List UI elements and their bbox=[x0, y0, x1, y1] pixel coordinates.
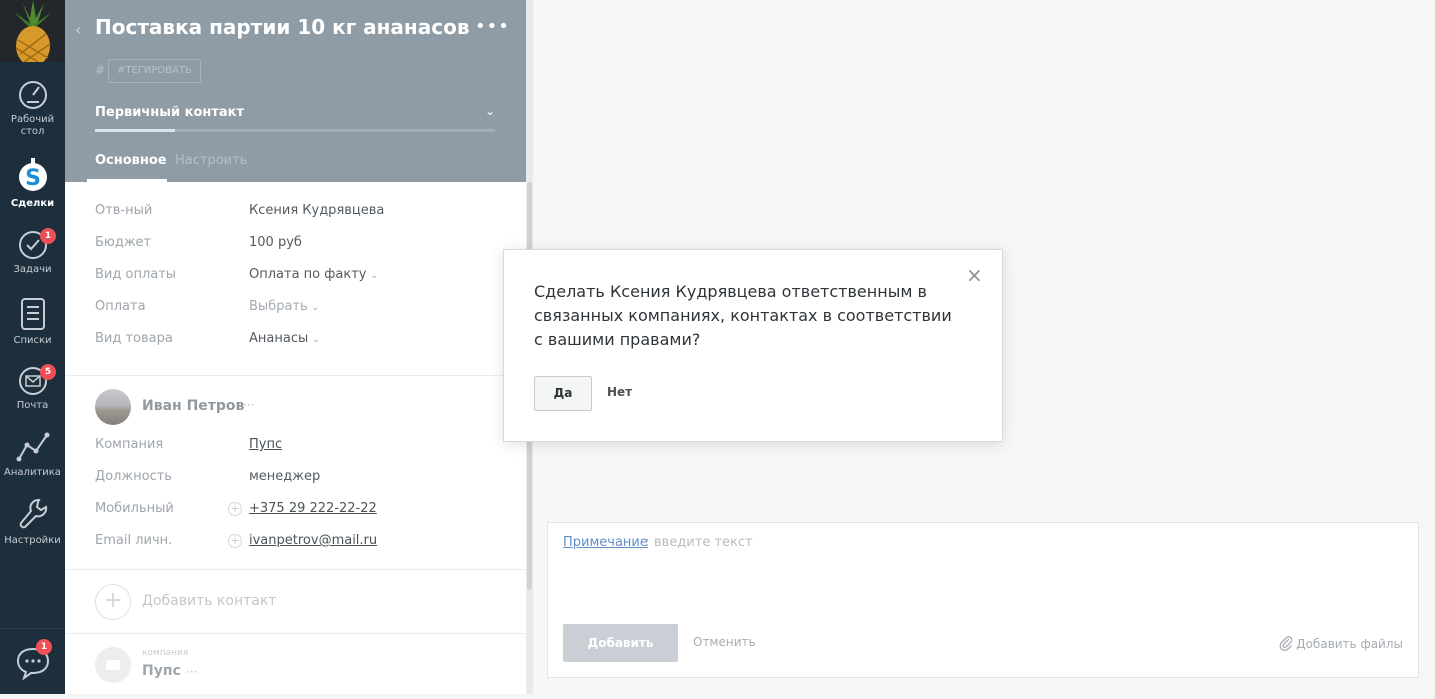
nav-item-analytics[interactable]: Аналитика bbox=[0, 431, 65, 479]
contact-position-value[interactable]: менеджер bbox=[249, 469, 320, 484]
field-label-company: Компания bbox=[95, 437, 164, 452]
cancel-note-button[interactable]: Отменить bbox=[693, 635, 756, 649]
nav-item-dashboard[interactable]: Рабочий стол bbox=[0, 80, 65, 138]
nav-item-tasks[interactable]: Задачи 1 bbox=[0, 228, 65, 276]
product-type-value: Ананасы bbox=[249, 331, 309, 346]
company-name[interactable]: Пупс bbox=[142, 663, 181, 679]
payment-value: Выбрать bbox=[249, 299, 308, 314]
field-label-payment-type: Вид оплаты bbox=[95, 267, 177, 282]
lists-icon bbox=[20, 298, 45, 330]
paperclip-icon bbox=[1279, 636, 1293, 651]
company-caption: компания bbox=[142, 648, 189, 658]
nav-item-mail[interactable]: Почта 5 bbox=[0, 364, 65, 412]
add-email-icon[interactable]: + bbox=[228, 534, 242, 548]
chevron-down-icon: ⌄ bbox=[370, 271, 379, 281]
yes-button[interactable]: Да bbox=[534, 376, 592, 411]
tasks-badge: 1 bbox=[40, 228, 56, 244]
contact-more-icon[interactable]: ··· bbox=[243, 398, 254, 412]
chevron-down-icon[interactable]: ⌄ bbox=[485, 104, 495, 118]
nav-label-settings: Настройки bbox=[4, 535, 61, 546]
chevron-down-icon: ⌄ bbox=[312, 335, 320, 345]
no-button[interactable]: Нет bbox=[607, 385, 632, 399]
field-label-mobile: Мобильный bbox=[95, 501, 174, 516]
note-input-placeholder[interactable]: введите текст bbox=[654, 535, 753, 550]
contact-mobile-link[interactable]: +375 29 222-22-22 bbox=[249, 501, 377, 516]
company-avatar[interactable] bbox=[95, 647, 131, 683]
product-type-select[interactable]: Ананасы ⌄ bbox=[249, 331, 320, 346]
tab-main[interactable]: Основное bbox=[95, 153, 167, 168]
attach-files-button[interactable]: Добавить файлы bbox=[1279, 635, 1403, 651]
pipeline-stage[interactable]: Первичный контакт bbox=[95, 105, 244, 120]
contact-email-value[interactable]: ivanpetrov@mail.ru bbox=[249, 533, 377, 548]
nav-label-mail: Почта bbox=[16, 400, 49, 411]
settings-icon bbox=[19, 499, 47, 529]
chevron-down-icon: ⌄ bbox=[311, 303, 320, 313]
more-menu-icon[interactable]: ••• bbox=[475, 16, 510, 37]
add-phone-icon[interactable]: + bbox=[228, 502, 242, 516]
tag-button[interactable]: #ТЕГИРОВАТЬ bbox=[108, 59, 201, 83]
nav-item-deals[interactable]: S Сделки bbox=[0, 158, 65, 210]
add-contact-button[interactable]: Добавить контакт bbox=[142, 593, 276, 609]
contact-company-link[interactable]: Пупс bbox=[249, 437, 282, 452]
note-type-link[interactable]: Примечание bbox=[563, 535, 648, 550]
payment-type-select[interactable]: Оплата по факту ⌄ bbox=[249, 267, 378, 282]
svg-text:S: S bbox=[25, 166, 41, 191]
note-colon: : bbox=[645, 535, 650, 550]
field-label-budget: Бюджет bbox=[95, 235, 152, 250]
contact-company-value[interactable]: Пупс bbox=[249, 437, 282, 452]
mail-badge: 5 bbox=[40, 364, 56, 380]
account-logo[interactable] bbox=[0, 0, 65, 62]
dashboard-icon bbox=[18, 81, 47, 109]
nav-label-tasks: Задачи bbox=[13, 264, 52, 275]
nav-label-dashboard-line1: Рабочий bbox=[10, 114, 55, 125]
note-composer[interactable]: Примечание : введите текст Добавить Отме… bbox=[547, 522, 1419, 678]
contact-email-link[interactable]: ivanpetrov@mail.ru bbox=[249, 533, 377, 548]
close-icon[interactable]: × bbox=[966, 265, 983, 285]
nav-label-dashboard-line2: стол bbox=[20, 126, 45, 137]
nav-label-lists: Списки bbox=[13, 335, 52, 346]
contact-name[interactable]: Иван Петров bbox=[142, 398, 244, 414]
section-divider bbox=[65, 633, 526, 634]
attach-files-label: Добавить файлы bbox=[1296, 637, 1403, 651]
back-arrow-icon[interactable]: ‹ bbox=[75, 20, 81, 39]
contact-avatar[interactable] bbox=[95, 389, 131, 425]
nav-label-deals: Сделки bbox=[10, 198, 55, 209]
chat-button[interactable]: 1 bbox=[0, 628, 65, 694]
hash-symbol: # bbox=[95, 63, 106, 77]
lead-card: ‹ Поставка партии 10 кг ананасов ••• # #… bbox=[65, 0, 526, 694]
payment-select[interactable]: Выбрать ⌄ bbox=[249, 299, 319, 314]
deal-title[interactable]: Поставка партии 10 кг ананасов bbox=[95, 15, 469, 39]
nav-label-analytics: Аналитика bbox=[4, 467, 61, 478]
stage-progress-fill bbox=[95, 129, 175, 132]
field-label-email: Email личн. bbox=[95, 533, 173, 548]
left-nav: Рабочий стол S Сделки Задачи 1 Списки По… bbox=[0, 0, 65, 694]
nav-item-settings[interactable]: Настройки bbox=[0, 497, 65, 547]
add-note-button[interactable]: Добавить bbox=[563, 624, 678, 662]
deals-icon: S bbox=[18, 158, 47, 191]
field-label-position: Должность bbox=[95, 469, 172, 484]
field-value-budget[interactable]: 100 руб bbox=[249, 235, 302, 250]
analytics-icon bbox=[16, 432, 49, 462]
field-label-payment: Оплата bbox=[95, 299, 146, 314]
chat-badge: 1 bbox=[36, 639, 52, 655]
payment-type-value: Оплата по факту bbox=[249, 267, 367, 282]
stage-progress-bar bbox=[95, 129, 495, 132]
field-label-product-type: Вид товара bbox=[95, 331, 173, 346]
field-label-responsible: Отв-ный bbox=[95, 203, 153, 218]
add-contact-icon[interactable]: + bbox=[95, 584, 131, 620]
tab-settings[interactable]: Настроить bbox=[175, 153, 247, 168]
active-tab-underline bbox=[87, 179, 167, 182]
field-value-responsible[interactable]: Ксения Кудрявцева bbox=[249, 203, 384, 218]
chat-icon bbox=[16, 647, 50, 681]
nav-item-lists[interactable]: Списки bbox=[0, 297, 65, 347]
card-header: ‹ Поставка партии 10 кг ананасов ••• # #… bbox=[65, 0, 526, 182]
dialog-question: Сделать Ксения Кудрявцева ответственным … bbox=[534, 282, 952, 349]
confirm-dialog: × Сделать Ксения Кудрявцева ответственны… bbox=[503, 249, 1003, 442]
section-divider bbox=[65, 375, 526, 376]
contact-mobile-value[interactable]: +375 29 222-22-22 bbox=[249, 501, 377, 516]
briefcase-icon bbox=[106, 660, 120, 670]
company-more-icon[interactable]: ··· bbox=[186, 665, 197, 679]
section-divider bbox=[65, 569, 526, 570]
